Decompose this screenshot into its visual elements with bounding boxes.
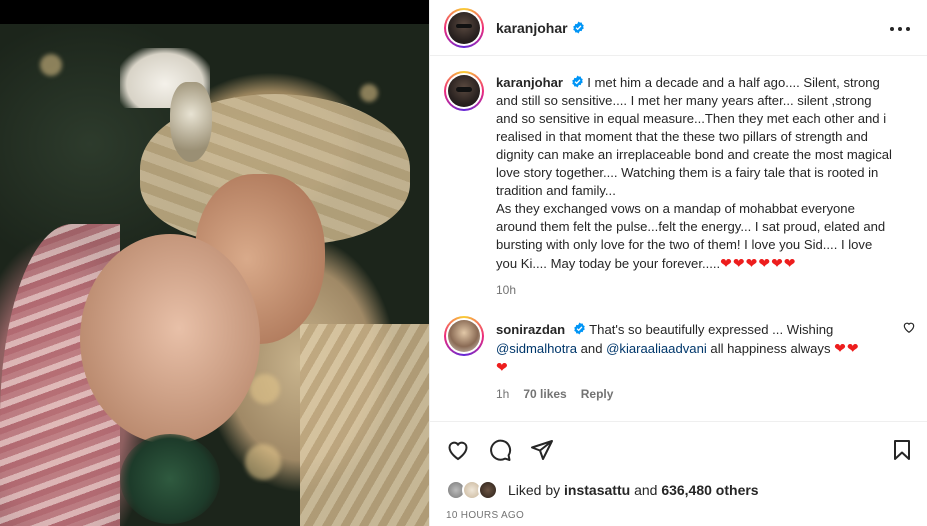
verified-badge-icon: [572, 21, 584, 34]
comment-bubble-icon[interactable]: [488, 438, 512, 462]
mention-sidmalhotra[interactable]: @sidmalhotra: [496, 341, 577, 356]
caption-hearts: ❤❤❤❤❤❤: [720, 255, 797, 271]
reply-text-block: sonirazdan That's so beautifully express…: [496, 321, 892, 377]
liker-avatar: [478, 480, 498, 500]
liker-avatars[interactable]: [446, 480, 502, 500]
caption-author-avatar[interactable]: [444, 71, 484, 111]
reply-author-avatar[interactable]: [444, 316, 484, 356]
bokeh-light: [245, 444, 281, 480]
liked-by-user[interactable]: instasattu: [564, 482, 630, 498]
mention-kiaraaliaadvani[interactable]: @kiaraaliaadvani: [606, 341, 707, 356]
groom-sherwani: [300, 324, 429, 526]
post-side-panel: karanjohar karanjohar I met him a decade…: [429, 0, 927, 526]
caption-comment: karanjohar I met him a decade and a half…: [430, 57, 927, 297]
comments-section[interactable]: karanjohar I met him a decade and a half…: [430, 57, 927, 421]
liked-by-prefix: Liked by: [508, 482, 561, 498]
turban-brooch: [170, 82, 212, 162]
bride-face: [80, 234, 260, 444]
post-header: karanjohar: [430, 0, 927, 56]
post-photo[interactable]: [0, 0, 429, 526]
author-username[interactable]: karanjohar: [496, 20, 568, 36]
reply-text-after: all happiness always: [710, 341, 831, 356]
liked-by-others[interactable]: 636,480 others: [661, 482, 758, 498]
caption-meta: 10h: [496, 283, 892, 297]
reply-likes-count[interactable]: 70 likes: [523, 387, 566, 401]
bride-necklace: [120, 434, 220, 524]
more-options-icon[interactable]: [888, 17, 912, 41]
bokeh-light: [40, 54, 62, 76]
reply-hearts: ❤❤: [834, 340, 860, 356]
like-heart-icon[interactable]: [446, 438, 470, 462]
caption-text-continued: As they exchanged vows on a mandap of mo…: [496, 201, 886, 271]
reply-hearts-2: ❤: [496, 359, 509, 375]
liked-by-row: Liked by instasattu and 636,480 others: [446, 480, 759, 500]
reply-and: and: [580, 341, 603, 356]
liked-by-and: and: [634, 482, 658, 498]
reply-button[interactable]: Reply: [581, 387, 614, 401]
bokeh-light: [360, 84, 378, 102]
action-buttons: [446, 438, 554, 462]
reply-comment: sonirazdan That's so beautifully express…: [430, 316, 927, 401]
reply-text: That's so beautifully expressed ... Wish…: [589, 322, 834, 337]
caption-time[interactable]: 10h: [496, 283, 516, 297]
post-actions-bar: Liked by instasattu and 636,480 others 1…: [430, 421, 927, 526]
caption-text-block: karanjohar I met him a decade and a half…: [496, 74, 892, 273]
reply-username[interactable]: sonirazdan: [496, 322, 565, 337]
bokeh-light: [250, 374, 280, 404]
save-bookmark-icon[interactable]: [890, 438, 914, 462]
wedding-photo: [0, 24, 429, 526]
reply-meta: 1h 70 likes Reply: [496, 387, 892, 401]
caption-username[interactable]: karanjohar: [496, 75, 563, 90]
share-send-icon[interactable]: [530, 438, 554, 462]
verified-badge-icon: [571, 75, 583, 88]
photo-top-bar: [0, 0, 429, 24]
author-avatar[interactable]: [444, 7, 484, 48]
like-comment-heart-icon[interactable]: [902, 320, 916, 334]
liked-by-text: Liked by instasattu and 636,480 others: [508, 482, 759, 498]
reply-time[interactable]: 1h: [496, 387, 509, 401]
instagram-post-window: karanjohar karanjohar I met him a decade…: [0, 0, 927, 526]
verified-badge-icon: [574, 322, 585, 335]
post-timestamp[interactable]: 10 HOURS AGO: [446, 510, 524, 521]
caption-text: I met him a decade and a half ago.... Si…: [496, 75, 892, 198]
